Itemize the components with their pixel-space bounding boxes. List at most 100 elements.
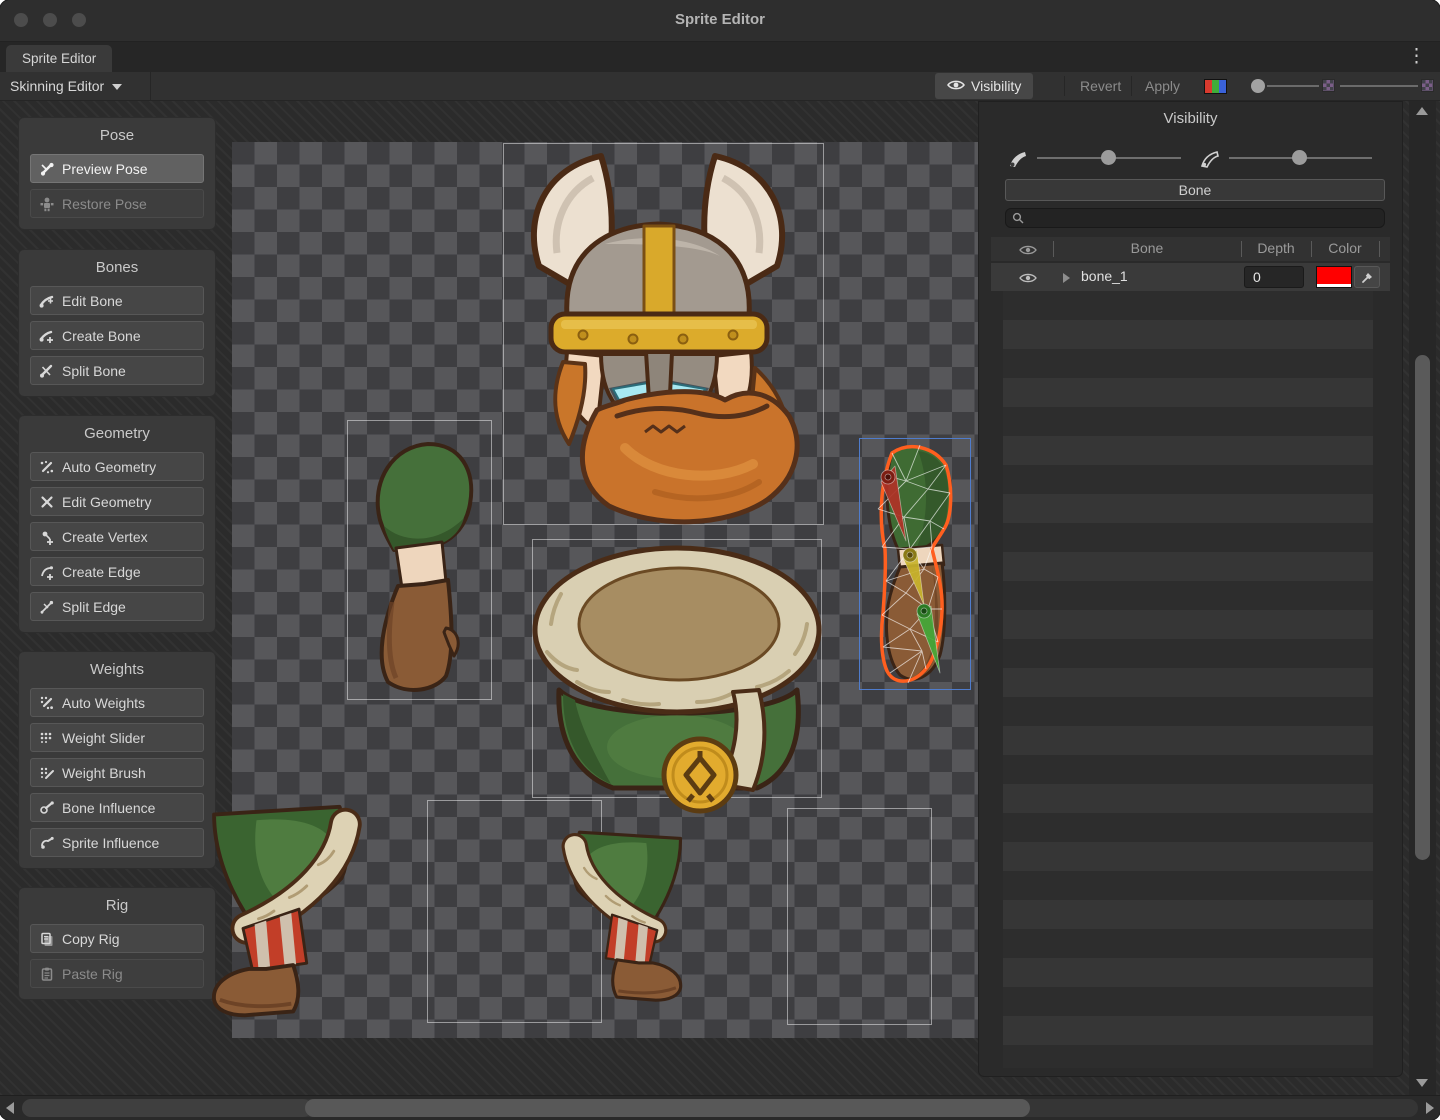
rgb-channels-icon[interactable]: [1204, 79, 1227, 94]
create-edge-button[interactable]: Create Edge: [30, 557, 204, 586]
visibility-toggle-button[interactable]: Visibility: [935, 73, 1033, 99]
bone-list-empty-rows: [1003, 291, 1373, 1068]
alpha-slider-track[interactable]: [1267, 85, 1319, 87]
eye-column-icon: [1019, 243, 1037, 259]
edit-geometry-button[interactable]: Edit Geometry: [30, 487, 204, 516]
depth-column-header: Depth: [1241, 240, 1311, 256]
divider: [1379, 241, 1380, 257]
pose-panel-title: Pose: [30, 127, 204, 144]
split-edge-icon: [39, 599, 55, 615]
bone-color-swatch[interactable]: [1316, 266, 1352, 288]
divider: [1064, 76, 1065, 96]
eye-icon: [947, 78, 965, 94]
sprite-viking-head[interactable]: [505, 148, 905, 538]
revert-button[interactable]: Revert: [1068, 73, 1133, 99]
copy-rig-icon: [39, 931, 55, 947]
sprite-right-arm-selected[interactable]: [858, 437, 973, 692]
paste-rig-icon: [39, 966, 55, 982]
editor-mode-dropdown[interactable]: Skinning Editor: [10, 72, 122, 101]
create-bone-button[interactable]: Create Bone: [30, 321, 204, 350]
title-bar: Sprite Editor: [0, 0, 1440, 42]
auto-geometry-icon: [39, 459, 55, 475]
scroll-down-arrow[interactable]: [1416, 1079, 1428, 1087]
divider: [1131, 76, 1132, 96]
window-title: Sprite Editor: [0, 11, 1440, 28]
bones-panel-title: Bones: [30, 259, 204, 276]
divider: [150, 72, 151, 101]
bone-influence-icon: [39, 800, 55, 816]
visibility-panel-title: Visibility: [979, 110, 1402, 127]
horizontal-scroll-thumb[interactable]: [305, 1099, 1030, 1117]
auto-geometry-button[interactable]: Auto Geometry: [30, 452, 204, 481]
pose-panel: Pose Preview Pose Restore Pose: [18, 117, 216, 230]
scroll-up-arrow[interactable]: [1416, 107, 1428, 115]
bones-panel: Bones Edit Bone Create Bone Split Bone: [18, 249, 216, 397]
auto-weights-button[interactable]: Auto Weights: [30, 688, 204, 717]
vertical-scroll-thumb[interactable]: [1415, 355, 1430, 860]
bone-depth-input[interactable]: [1244, 266, 1304, 288]
bone-table-header: Bone Depth Color: [991, 237, 1390, 261]
edit-bone-icon: [39, 293, 55, 309]
sprite-left-arm[interactable]: [352, 432, 492, 697]
vertical-scrollbar[interactable]: [1409, 101, 1436, 1095]
expand-arrow-icon[interactable]: [1063, 273, 1075, 283]
alpha-slider-knob[interactable]: [1251, 79, 1265, 93]
weights-panel: Weights Auto Weights Weight Slider Weigh…: [18, 651, 216, 869]
main-area: Pose Preview Pose Restore Pose Bones Edi…: [0, 101, 1440, 1095]
sprite-left-leg[interactable]: [198, 801, 373, 1023]
bone-outline-icon: [1199, 148, 1221, 175]
copy-rig-button[interactable]: Copy Rig: [30, 924, 204, 953]
mesh-opacity-slider-knob[interactable]: [1292, 150, 1307, 165]
sprite-right-leg[interactable]: [553, 809, 693, 1025]
weight-slider-button[interactable]: Weight Slider: [30, 723, 204, 752]
eyedropper-button[interactable]: [1354, 266, 1380, 288]
split-edge-button[interactable]: Split Edge: [30, 592, 204, 621]
create-bone-icon: [39, 328, 55, 344]
sprite-editor-window: Sprite Editor Sprite Editor ⋮ Skinning E…: [0, 0, 1440, 1120]
bone-opacity-slider-knob[interactable]: [1101, 150, 1116, 165]
sprite-influence-icon: [39, 835, 55, 851]
weights-panel-title: Weights: [30, 661, 204, 678]
toolbar: Skinning Editor Visibility Revert Apply: [0, 72, 1440, 101]
restore-pose-button[interactable]: Restore Pose: [30, 189, 204, 218]
sprite-torso[interactable]: [527, 542, 837, 817]
split-bone-button[interactable]: Split Bone: [30, 356, 204, 385]
sprite-rect-right-leg[interactable]: [787, 808, 932, 1025]
preview-pose-icon: [39, 161, 55, 177]
search-icon: [1012, 212, 1024, 224]
kebab-menu-icon[interactable]: ⋮: [1407, 44, 1426, 70]
bone-search-field[interactable]: [1005, 208, 1385, 228]
eyedropper-icon: [1361, 271, 1374, 284]
bone-tab-button[interactable]: Bone: [1005, 179, 1385, 201]
edit-bone-button[interactable]: Edit Bone: [30, 286, 204, 315]
bone-influence-button[interactable]: Bone Influence: [30, 793, 204, 822]
scroll-left-arrow[interactable]: [6, 1102, 14, 1114]
alpha-checker-icon: [1421, 79, 1434, 92]
geometry-panel: Geometry Auto Geometry Edit Geometry Cre…: [18, 415, 216, 633]
paste-rig-button[interactable]: Paste Rig: [30, 959, 204, 988]
rig-panel-title: Rig: [30, 897, 204, 914]
edit-geometry-icon: [39, 494, 55, 510]
visibility-panel: Visibility Bone: [978, 101, 1403, 1077]
color-column-header: Color: [1311, 240, 1379, 256]
restore-pose-icon: [39, 196, 55, 212]
auto-weights-icon: [39, 695, 55, 711]
alpha-slider-track[interactable]: [1340, 85, 1418, 87]
bone-name: bone_1: [1081, 268, 1128, 284]
create-vertex-icon: [39, 529, 55, 545]
bone-visibility-eye-icon[interactable]: [1019, 271, 1037, 287]
weight-brush-button[interactable]: Weight Brush: [30, 758, 204, 787]
horizontal-scrollbar[interactable]: [0, 1095, 1440, 1120]
preview-pose-button[interactable]: Preview Pose: [30, 154, 204, 183]
tab-sprite-editor[interactable]: Sprite Editor: [6, 45, 112, 72]
rig-panel: Rig Copy Rig Paste Rig: [18, 887, 216, 1000]
create-edge-icon: [39, 564, 55, 580]
apply-button[interactable]: Apply: [1133, 73, 1192, 99]
scroll-right-arrow[interactable]: [1426, 1102, 1434, 1114]
sprite-influence-button[interactable]: Sprite Influence: [30, 828, 204, 857]
weight-brush-icon: [39, 765, 55, 781]
search-input[interactable]: [1024, 210, 1378, 226]
bone-table-row[interactable]: bone_1: [991, 263, 1390, 291]
create-vertex-button[interactable]: Create Vertex: [30, 522, 204, 551]
bone-column-header: Bone: [1053, 240, 1241, 256]
